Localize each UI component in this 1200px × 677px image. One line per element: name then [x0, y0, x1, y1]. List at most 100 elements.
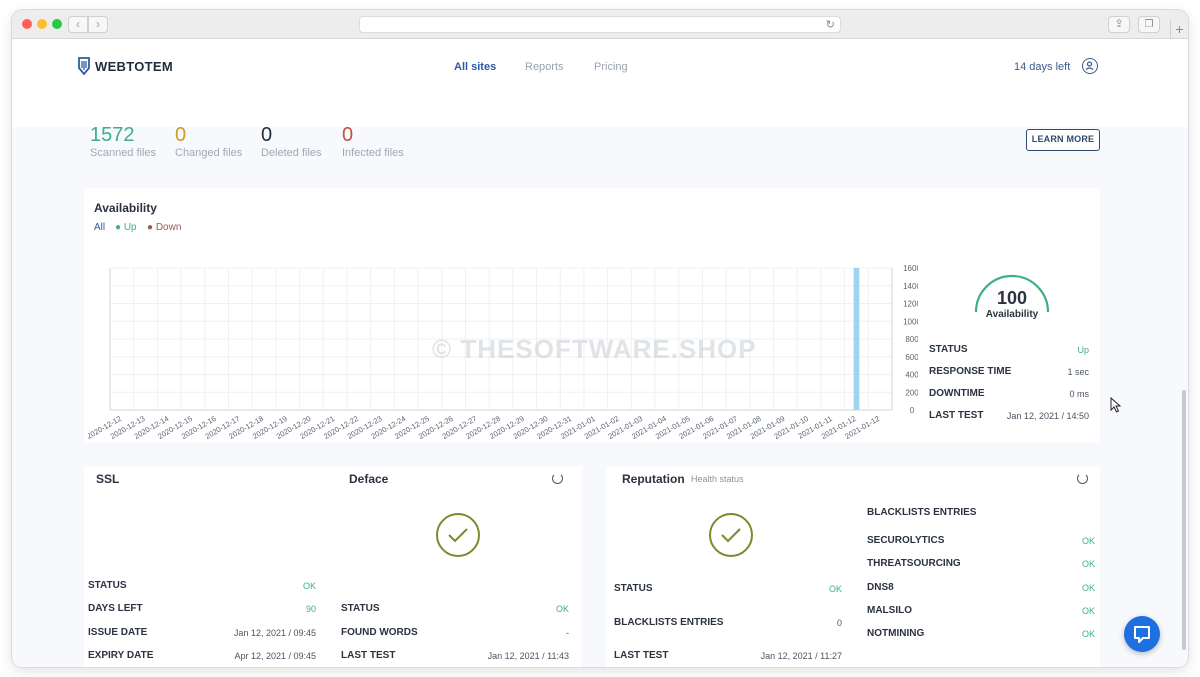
ssl-expiry-date-value: Apr 12, 2021 / 09:45 [234, 651, 316, 661]
ssl-issue-date-value: Jan 12, 2021 / 09:45 [233, 628, 316, 638]
reload-icon[interactable]: ↻ [826, 18, 835, 31]
zoom-window-button[interactable] [52, 19, 62, 29]
blacklist-item-value: OK [1081, 536, 1095, 546]
reputation-status-value: OK [828, 584, 842, 594]
response-time-label: RESPONSE TIME [929, 366, 1012, 377]
chevron-left-icon: ‹ [76, 17, 80, 31]
brand-logo[interactable]: WEBTOTEM [78, 57, 173, 75]
stat-scanned-files: 1572 Scanned files [90, 124, 156, 159]
ssl-status-label: STATUS [88, 580, 127, 591]
gauge-label: Availability [985, 309, 1039, 320]
stat-infected-files: 0 Infected files [342, 124, 404, 159]
deface-status-label: STATUS [341, 603, 380, 614]
stat-label: Deleted files [261, 147, 322, 159]
stat-label: Infected files [342, 147, 404, 159]
y-tick-label: 1000 [903, 317, 918, 326]
reputation-blacklists-label: BLACKLISTS ENTRIES [614, 617, 724, 628]
ssl-days-left-label: DAYS LEFT [88, 603, 143, 614]
availability-last-test-value: Jan 12, 2021 / 14:50 [1006, 411, 1089, 421]
availability-status-label: STATUS [929, 344, 968, 355]
reputation-status-label: STATUS [614, 583, 653, 594]
downtime-value: 0 ms [1069, 389, 1089, 399]
chart-bar [853, 268, 860, 410]
chat-button[interactable] [1124, 616, 1160, 652]
mouse-cursor-icon [1110, 397, 1122, 413]
deface-last-test-label: LAST TEST [341, 650, 396, 661]
deface-check-icon [436, 513, 480, 557]
nav-pricing[interactable]: Pricing [594, 61, 628, 73]
reputation-last-test-label: LAST TEST [614, 650, 669, 661]
close-window-button[interactable] [22, 19, 32, 29]
chevron-right-icon: › [96, 17, 100, 31]
chat-bubble-icon [1134, 626, 1150, 643]
deface-title: Deface [349, 472, 389, 486]
reputation-card [606, 466, 1100, 667]
stat-label: Changed files [175, 147, 243, 159]
stat-value: 1572 [90, 124, 135, 146]
deface-last-test-value: Jan 12, 2021 / 11:43 [487, 651, 569, 661]
response-time-value: 1 sec [1067, 367, 1089, 377]
filter-down-label: Down [155, 222, 182, 233]
gauge-value: 100 [996, 288, 1028, 308]
stat-value: 0 [175, 124, 187, 146]
stat-label: Scanned files [90, 147, 157, 159]
stat-value: 0 [342, 124, 354, 146]
browser-titlebar: ‹ › ↻ ⇪ ❐ + [12, 10, 1188, 39]
reputation-last-test-value: Jan 12, 2021 / 11:27 [760, 651, 842, 661]
share-icon: ⇪ [1114, 18, 1124, 30]
back-button[interactable]: ‹ [68, 16, 88, 33]
stat-value: 0 [261, 124, 273, 146]
reputation-check-icon [709, 513, 753, 557]
y-tick-label: 1600 [903, 264, 918, 273]
address-bar[interactable]: ↻ [359, 16, 841, 33]
blacklist-item-name: MALSILO [867, 605, 912, 616]
plus-icon: + [1175, 21, 1184, 37]
deface-refresh-icon[interactable] [552, 473, 563, 484]
tabs-icon: ❐ [1144, 19, 1154, 30]
reputation-title: Reputation [622, 472, 685, 486]
found-words-label: FOUND WORDS [341, 627, 418, 638]
filter-down[interactable]: ● Down [147, 222, 181, 233]
nav-reports[interactable]: Reports [525, 61, 564, 73]
availability-last-test-label: LAST TEST [929, 410, 984, 421]
filter-up-label: Up [123, 222, 137, 233]
forward-button[interactable]: › [88, 16, 108, 33]
blacklist-item-value: OK [1081, 559, 1095, 569]
share-button[interactable]: ⇪ [1108, 16, 1130, 33]
filter-up[interactable]: ● Up [115, 222, 137, 233]
new-tab-button[interactable]: + [1170, 20, 1188, 39]
learn-more-button[interactable]: LEARN MORE [1026, 129, 1100, 151]
availability-chart: 020040060080010001200140016002020-12-122… [88, 264, 918, 441]
user-account-icon[interactable] [1082, 58, 1098, 74]
ssl-deface-card [84, 466, 582, 667]
blacklist-item-name: THREATSOURCING [867, 558, 961, 569]
filter-all[interactable]: All [94, 222, 105, 233]
trial-days-left[interactable]: 14 days left [1014, 61, 1070, 73]
blacklist-item-value: OK [1081, 583, 1095, 593]
blacklist-item-value: OK [1081, 629, 1095, 639]
brand-name: WEBTOTEM [95, 58, 173, 74]
y-tick-label: 1400 [903, 282, 918, 291]
y-tick-label: 600 [905, 353, 918, 362]
page-scrollbar[interactable] [1182, 390, 1186, 650]
availability-status-value: Up [1077, 345, 1089, 355]
ssl-issue-date-label: ISSUE DATE [88, 627, 148, 638]
blacklist-entries-title: BLACKLISTS ENTRIES [867, 507, 977, 518]
ssl-status-value: OK [302, 581, 316, 591]
nav-all-sites[interactable]: All sites [454, 61, 496, 73]
ssl-title: SSL [96, 472, 120, 486]
blacklist-item-name: NOTMINING [867, 628, 925, 639]
reputation-refresh-icon[interactable] [1077, 473, 1088, 484]
stat-changed-files: 0 Changed files [175, 124, 242, 159]
ssl-days-left-value: 90 [305, 604, 316, 614]
y-tick-label: 800 [905, 335, 918, 344]
reputation-subtitle: Health status [691, 474, 744, 484]
availability-gauge: 100 Availability [972, 274, 1052, 329]
tab-overview-button[interactable]: ❐ [1138, 16, 1160, 33]
browser-window: ‹ › ↻ ⇪ ❐ + WEBTOTEM All sites Reports P… [12, 10, 1188, 667]
downtime-label: DOWNTIME [929, 388, 985, 399]
app-header [12, 39, 1188, 127]
stat-deleted-files: 0 Deleted files [261, 124, 322, 159]
minimize-window-button[interactable] [37, 19, 47, 29]
blacklist-item-name: DNS8 [867, 582, 894, 593]
